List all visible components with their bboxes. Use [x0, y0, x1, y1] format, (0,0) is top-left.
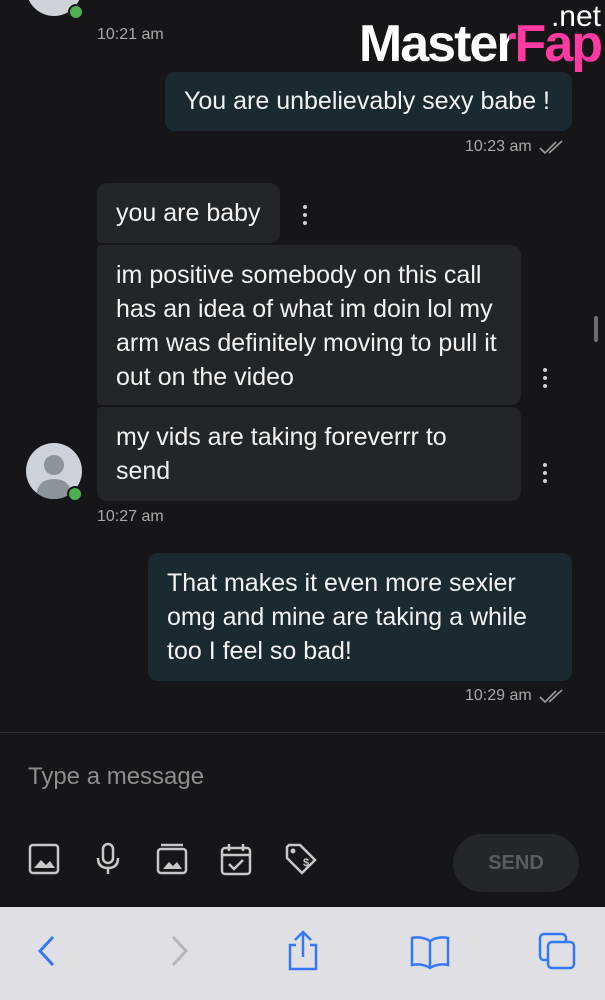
back-icon[interactable] [26, 929, 70, 973]
message-bubble-outgoing[interactable]: That makes it even more sexier omg and m… [148, 553, 572, 681]
message-bubble-incoming[interactable]: you are baby [97, 183, 280, 243]
message-bubble-incoming[interactable]: my vids are taking foreverrr to send [97, 407, 521, 501]
send-button[interactable]: SEND [453, 834, 579, 892]
image-icon[interactable] [26, 841, 62, 877]
message-options-icon[interactable] [542, 463, 548, 487]
message-text: my vids are taking foreverrr to send [116, 423, 447, 485]
message-timestamp: 10:29 am [465, 687, 568, 705]
message-input[interactable]: Type a message [28, 763, 204, 791]
message-text: You are unbelievably sexy babe ! [184, 87, 551, 115]
price-tag-icon[interactable]: $ [283, 841, 319, 877]
read-receipt-icon [539, 689, 563, 703]
message-text: That makes it even more sexier omg and m… [167, 569, 527, 665]
message-options-icon[interactable] [542, 368, 548, 392]
microphone-icon[interactable] [90, 841, 126, 877]
watermark-logo: .net MasterFap [359, 0, 603, 74]
share-icon[interactable] [281, 929, 325, 973]
message-timestamp: 10:27 am [97, 508, 164, 525]
online-indicator [68, 4, 84, 20]
message-options-icon[interactable] [302, 205, 308, 229]
calendar-check-icon[interactable] [218, 841, 254, 877]
read-receipt-icon [539, 140, 563, 154]
scrollbar[interactable] [594, 316, 598, 342]
message-bubble-incoming[interactable]: im positive somebody on this call has an… [97, 245, 521, 405]
watermark-suffix: .net [550, 0, 601, 33]
message-bubble-outgoing[interactable]: You are unbelievably sexy babe ! [165, 72, 572, 131]
message-timestamp: 10:23 am [465, 138, 568, 156]
gallery-icon[interactable] [154, 841, 190, 877]
message-timestamp: 10:21 am [97, 26, 164, 43]
message-text: im positive somebody on this call has an… [116, 261, 497, 391]
avatar-partial[interactable] [26, 0, 84, 20]
browser-toolbar [0, 907, 605, 1000]
forward-icon[interactable] [156, 929, 200, 973]
tabs-icon[interactable] [535, 929, 579, 973]
message-text: you are baby [116, 199, 261, 227]
bookmarks-icon[interactable] [408, 929, 452, 973]
message-composer: Type a message $ SEND [0, 732, 605, 908]
online-indicator [67, 486, 83, 502]
svg-text:$: $ [303, 857, 309, 869]
